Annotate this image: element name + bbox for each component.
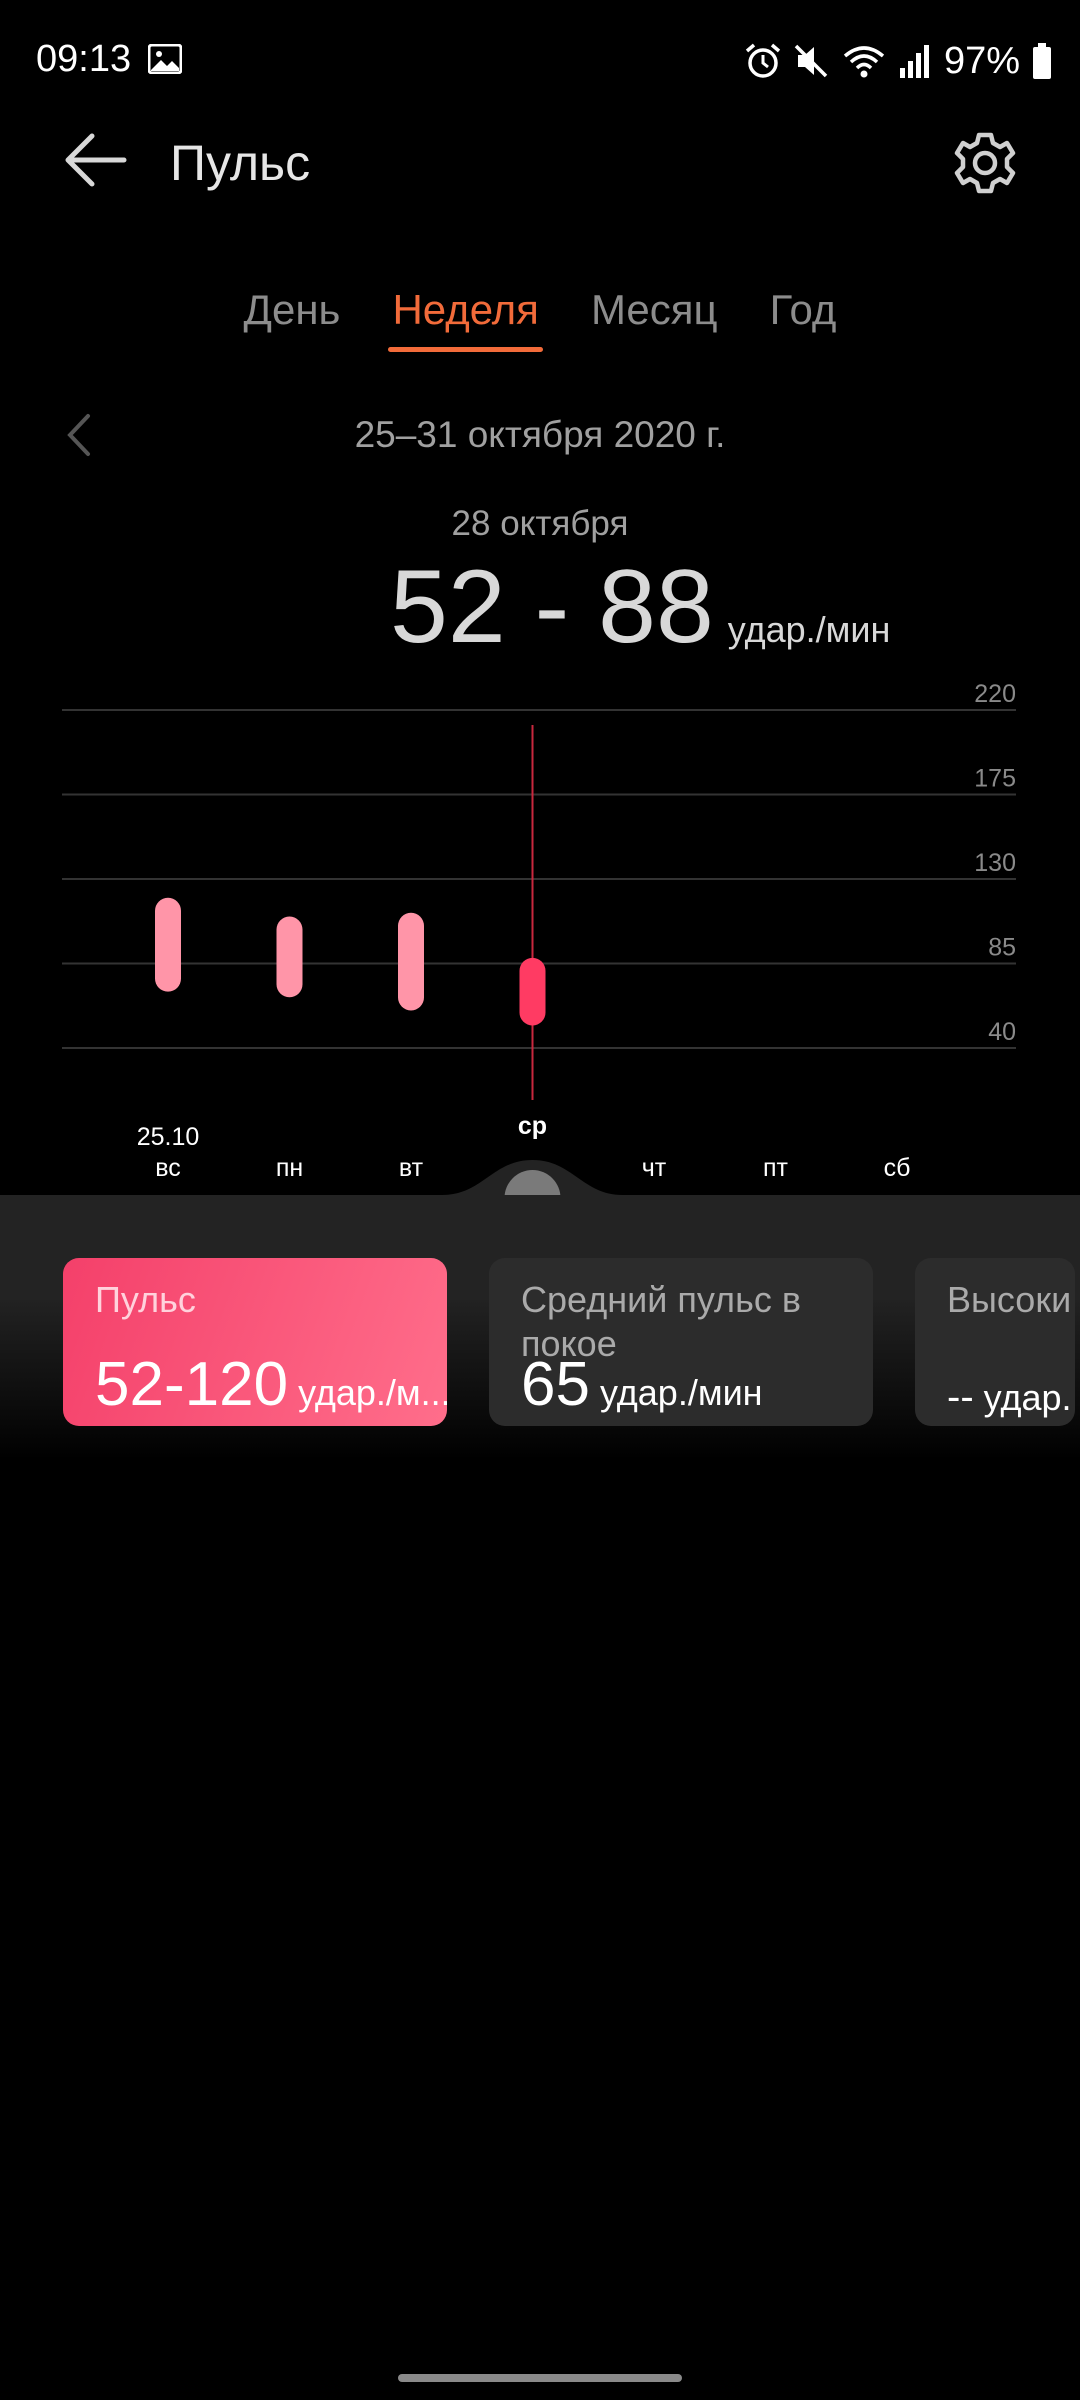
first-date-label: 25.10 [137, 1123, 200, 1151]
page-title: Пульс [170, 135, 311, 191]
x-tick-label: чт [642, 1154, 667, 1182]
signal-icon [899, 45, 929, 78]
x-tick-label: сб [884, 1154, 911, 1182]
range-bar [519, 957, 546, 1026]
home-indicator[interactable] [398, 2374, 682, 2382]
x-tick-label: ср [518, 1112, 547, 1140]
card-title: Высоки [947, 1279, 1072, 1320]
card-unit: удар. [983, 1377, 1072, 1418]
card-resting-heart-rate[interactable]: Средний пульс в покое 65 удар./мин [489, 1258, 873, 1426]
card-heart-rate[interactable]: Пульс 52-120 удар./м... [63, 1258, 447, 1426]
week-range: 25–31 октября 2020 г. [354, 414, 726, 455]
gear-icon[interactable] [948, 126, 1022, 200]
selected-range-value: 52 - 88 [390, 549, 714, 665]
battery-percent: 97% [943, 39, 1020, 82]
card-value: 65 [521, 1350, 590, 1419]
wifi-icon [843, 46, 885, 78]
heart-rate-chart[interactable]: 40 85 130 175 220 вс пн вт ср чт пт сб 25.10 [0, 680, 1080, 1200]
x-tick-label: пн [276, 1154, 303, 1182]
tab-year[interactable]: Год [766, 282, 841, 352]
period-tabs: День Неделя Месяц Год [0, 282, 1080, 352]
tab-month[interactable]: Месяц [587, 282, 722, 352]
range-bar [398, 912, 424, 1011]
card-title: Пульс [95, 1279, 196, 1320]
card-value: -- [947, 1375, 974, 1419]
status-time: 09:13 [36, 38, 132, 80]
card-unit: удар./мин [599, 1372, 763, 1413]
x-tick-label: вс [155, 1154, 181, 1182]
battery-icon [1033, 43, 1051, 79]
back-arrow-icon[interactable] [56, 128, 136, 208]
y-tick-label: 175 [974, 765, 1016, 793]
y-tick-label: 40 [988, 1018, 1016, 1046]
selected-unit: удар./мин [727, 609, 891, 650]
x-tick-label: пт [763, 1154, 789, 1182]
tab-day[interactable]: День [240, 282, 345, 352]
range-bar [155, 897, 181, 992]
y-tick-label: 130 [974, 849, 1016, 877]
card-high-heart-rate[interactable]: Высоки -- удар. [915, 1258, 1075, 1426]
status-bar: 09:13 97% [0, 0, 1080, 120]
mute-icon [794, 44, 828, 78]
selected-date: 28 октября [451, 504, 629, 543]
status-icons: 97% [744, 36, 1052, 86]
y-tick-label: 220 [974, 680, 1016, 708]
tab-week[interactable]: Неделя [388, 282, 543, 352]
card-unit: удар./м... [298, 1372, 447, 1413]
selected-value: 52 - 88 удар./мин [390, 548, 890, 667]
range-bar [276, 916, 303, 998]
x-tick-label: вт [399, 1154, 424, 1182]
gallery-notification-icon [148, 44, 182, 74]
summary-cards: Пульс 52-120 удар./м... Средний пульс в … [63, 1258, 1075, 1426]
alarm-icon [745, 43, 781, 78]
y-tick-label: 85 [988, 934, 1016, 962]
card-value: 52-120 [95, 1350, 289, 1419]
